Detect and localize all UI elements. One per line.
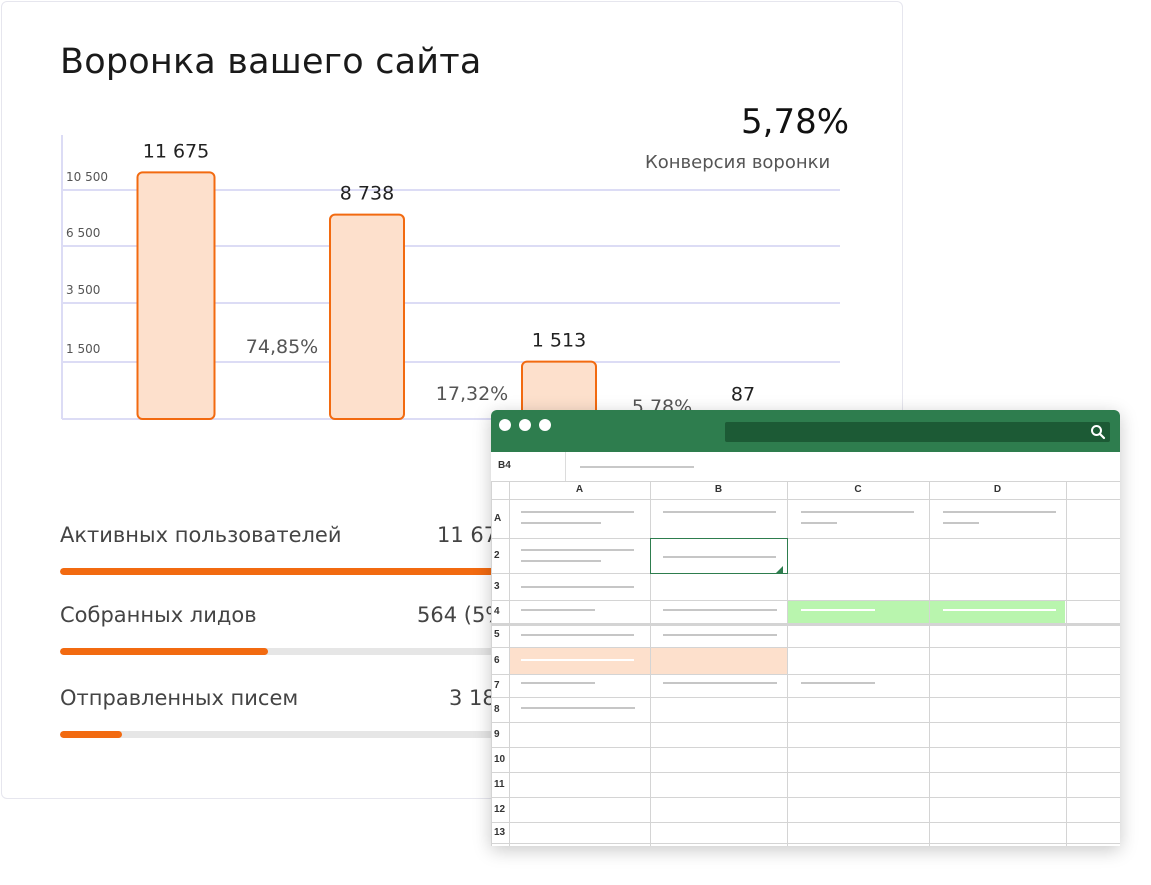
cell-content[interactable]: [521, 682, 595, 684]
metric-value: 11 67: [437, 523, 498, 547]
column-header[interactable]: C: [787, 484, 929, 495]
bar-value-label: 8 738: [340, 183, 394, 205]
formula-bar: B4: [491, 452, 1120, 482]
grid-row-line: [491, 481, 1120, 482]
cell-content[interactable]: [521, 549, 634, 551]
cell-content[interactable]: [521, 511, 634, 513]
grid-col-line: [929, 481, 930, 846]
grid-row-line: [491, 623, 1120, 626]
column-header[interactable]: B: [650, 484, 787, 495]
cell-content[interactable]: [801, 511, 914, 513]
cell-content[interactable]: [521, 522, 601, 524]
cell-content[interactable]: [663, 682, 777, 684]
bar-value-label: 1 513: [532, 330, 586, 352]
y-tick-label: 3 500: [66, 283, 100, 297]
grid-row-line: [491, 538, 1120, 539]
row-header[interactable]: 4: [494, 606, 500, 617]
cell-content[interactable]: [663, 634, 777, 636]
selected-cell[interactable]: [650, 538, 788, 574]
column-header[interactable]: A: [509, 484, 650, 495]
cell-content[interactable]: [801, 682, 875, 684]
grid-col-line: [650, 481, 651, 846]
cell-content[interactable]: [521, 586, 634, 588]
y-tick-label: 6 500: [66, 226, 100, 240]
grid-row-line: [491, 722, 1120, 723]
grid-row-line: [491, 499, 1120, 500]
divider: [565, 452, 566, 481]
funnel-bar: [136, 171, 216, 420]
search-input[interactable]: [725, 422, 1110, 442]
cell-content[interactable]: [801, 522, 837, 524]
metric-progress-fill: [60, 731, 123, 738]
grid-col-line: [509, 481, 510, 846]
cell-content[interactable]: [521, 659, 634, 661]
metric-label: Собранных лидов: [60, 603, 257, 627]
spreadsheet-window: B4 A B C D A 2 3 4 5 6 7 8 9 10 11 12 13: [491, 410, 1120, 846]
highlight-row-4: [788, 601, 1065, 623]
cell-content[interactable]: [663, 609, 777, 611]
row-header[interactable]: 13: [494, 827, 505, 838]
step-conversion-label: 74,85%: [246, 336, 318, 358]
cell-content[interactable]: [521, 560, 601, 562]
window-dot[interactable]: [539, 419, 551, 431]
spreadsheet-titlebar: [491, 410, 1120, 452]
y-tick-label: 10 500: [66, 170, 108, 184]
row-header[interactable]: 2: [494, 550, 500, 561]
grid-col-line: [787, 481, 788, 846]
cell-content[interactable]: [663, 511, 776, 513]
y-tick-label: 1 500: [66, 342, 100, 356]
grid-row-line: [491, 843, 1120, 844]
row-header[interactable]: 9: [494, 729, 500, 740]
metric-progress-fill: [60, 648, 269, 655]
grid-col-line: [491, 481, 492, 846]
row-header[interactable]: 7: [494, 680, 500, 691]
formula-content[interactable]: [580, 466, 694, 468]
cell-reference[interactable]: B4: [498, 460, 511, 471]
grid-row-line: [491, 822, 1120, 823]
row-header[interactable]: 12: [494, 804, 505, 815]
cell-content[interactable]: [801, 609, 875, 611]
cell-content[interactable]: [943, 609, 1056, 611]
row-header[interactable]: A: [494, 513, 501, 524]
grid-col-line: [1066, 481, 1067, 846]
cell-content[interactable]: [521, 707, 635, 709]
bar-value-label: 87: [731, 384, 755, 406]
search-icon[interactable]: [1090, 424, 1106, 440]
window-dot[interactable]: [519, 419, 531, 431]
grid-row-line: [491, 747, 1120, 748]
grid-row-line: [491, 600, 1120, 601]
grid-row-line: [491, 697, 1120, 698]
metric-value: 3 18: [449, 686, 496, 710]
cell-content[interactable]: [943, 522, 979, 524]
row-header[interactable]: 6: [494, 655, 500, 666]
row-header[interactable]: 11: [494, 779, 505, 790]
fill-handle[interactable]: [776, 566, 783, 573]
grid-row-line: [491, 797, 1120, 798]
grid-row-line: [491, 647, 1120, 648]
cell-content[interactable]: [521, 634, 634, 636]
metric-label: Активных пользователей: [60, 523, 342, 547]
row-header[interactable]: 5: [494, 629, 500, 640]
window-dot[interactable]: [499, 419, 511, 431]
grid-row-line: [491, 772, 1120, 773]
cell-content[interactable]: [521, 609, 595, 611]
row-header[interactable]: 10: [494, 754, 505, 765]
grid-row-line: [491, 674, 1120, 675]
column-header[interactable]: D: [929, 484, 1066, 495]
row-header[interactable]: 3: [494, 581, 500, 592]
step-conversion-label: 17,32%: [436, 383, 508, 405]
funnel-bar: [329, 213, 405, 420]
metric-label: Отправленных писем: [60, 686, 299, 710]
bar-value-label: 11 675: [143, 140, 209, 162]
cell-content[interactable]: [943, 511, 1056, 513]
row-header[interactable]: 8: [494, 704, 500, 715]
highlight-row-6: [510, 648, 787, 674]
grid-row-line: [491, 573, 1120, 574]
